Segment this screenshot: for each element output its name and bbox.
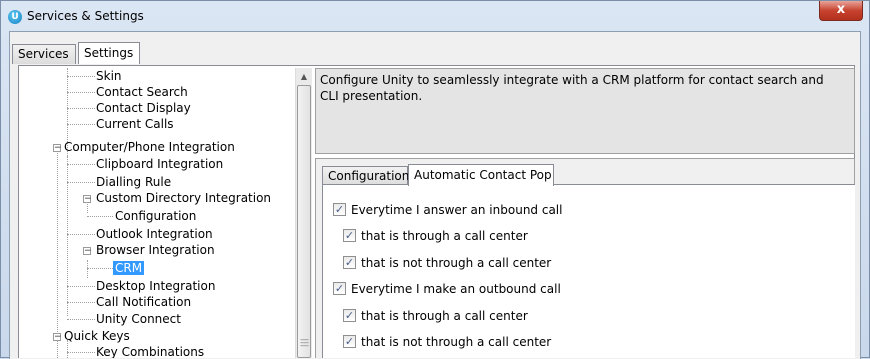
tree-scrollbar[interactable]: ▲ — — —: [295, 68, 312, 358]
tree-item-call-notification[interactable]: Call Notification: [96, 294, 191, 310]
tree-connector: [67, 302, 95, 303]
tree-connector: [57, 148, 58, 358]
tree-item-custom-directory-integration[interactable]: Custom Directory Integration: [96, 190, 271, 206]
tree-item-quick-keys[interactable]: Quick Keys: [64, 328, 130, 344]
tree-item-browser-integration[interactable]: Browser Integration: [96, 242, 215, 258]
description-text: Configure Unity to seamlessly integrate …: [320, 73, 824, 103]
tree-connector: [87, 268, 113, 269]
checkbox[interactable]: ✓: [343, 229, 356, 242]
tree-item-configuration[interactable]: Configuration: [115, 208, 196, 224]
option-label: that is not through a call center: [361, 335, 552, 349]
tree-item-crm[interactable]: CRM: [113, 260, 145, 276]
tree-connector: [67, 76, 95, 77]
window-title: Services & Settings: [27, 9, 144, 23]
checkbox[interactable]: ✓: [343, 335, 356, 348]
tree-connector: [67, 286, 95, 287]
tree-item-key-combinations[interactable]: Key Combinations: [96, 344, 204, 358]
tree-connector: [67, 124, 95, 125]
collapse-icon[interactable]: −: [53, 333, 62, 342]
tab-services[interactable]: Services: [12, 44, 76, 64]
tree-item-contact-display[interactable]: Contact Display: [96, 100, 191, 116]
tree-connector: [67, 234, 95, 235]
tab-settings[interactable]: Settings: [78, 42, 140, 64]
scroll-up-arrow-icon[interactable]: ▲: [296, 68, 312, 85]
checkbox[interactable]: ✓: [333, 203, 346, 216]
tree-connector: [67, 92, 95, 93]
collapse-icon[interactable]: −: [83, 247, 92, 256]
tree-item-computer-phone-integration[interactable]: Computer/Phone Integration: [64, 139, 235, 155]
tree-item-skin[interactable]: Skin: [96, 68, 122, 84]
tab-configuration[interactable]: Configuration: [322, 166, 409, 186]
tree-connector: [87, 216, 113, 217]
tree-connector: [67, 182, 95, 183]
tree-item-clipboard-integration[interactable]: Clipboard Integration: [96, 156, 223, 172]
tree-connector: [67, 164, 95, 165]
unity-app-icon: U: [8, 10, 22, 24]
tree-item-desktop-integration[interactable]: Desktop Integration: [96, 278, 215, 294]
tree-connector: [87, 260, 88, 278]
scroll-thumb[interactable]: [297, 85, 311, 358]
tree-item-outlook-integration[interactable]: Outlook Integration: [96, 226, 213, 242]
description-panel: Configure Unity to seamlessly integrate …: [315, 68, 855, 154]
tab-automatic-contact-pop[interactable]: Automatic Contact Pop: [408, 164, 554, 186]
tree-item-dialling-rule[interactable]: Dialling Rule: [96, 174, 171, 190]
collapse-icon[interactable]: −: [53, 144, 62, 153]
checkbox[interactable]: ✓: [333, 282, 346, 295]
tree-connector: [67, 156, 68, 316]
option-label: that is through a call center: [361, 309, 528, 323]
close-button[interactable]: x: [819, 1, 863, 21]
tree-item-contact-search[interactable]: Contact Search: [96, 84, 188, 100]
automatic-contact-pop-body: ✓ Everytime I answer an inbound call ✓ t…: [322, 184, 855, 358]
option-label: Everytime I make an outbound call: [351, 282, 561, 296]
checkbox[interactable]: ✓: [343, 256, 356, 269]
title-bar[interactable]: U Services & Settings x: [1, 1, 869, 31]
option-label: that is not through a call center: [361, 256, 552, 270]
tree-item-unity-connect[interactable]: Unity Connect: [96, 311, 181, 327]
settings-tree[interactable]: Skin Contact Search Contact Display Curr…: [22, 68, 295, 358]
tree-connector: [67, 319, 95, 320]
checkbox[interactable]: ✓: [343, 309, 356, 322]
collapse-icon[interactable]: −: [83, 195, 92, 204]
tree-item-current-calls[interactable]: Current Calls: [96, 116, 174, 132]
tree-connector: [67, 352, 95, 353]
option-label: that is through a call center: [361, 229, 528, 243]
option-label: Everytime I answer an inbound call: [351, 203, 563, 217]
scroll-grip-icon: — — —: [300, 335, 309, 351]
tree-connector: [67, 108, 95, 109]
